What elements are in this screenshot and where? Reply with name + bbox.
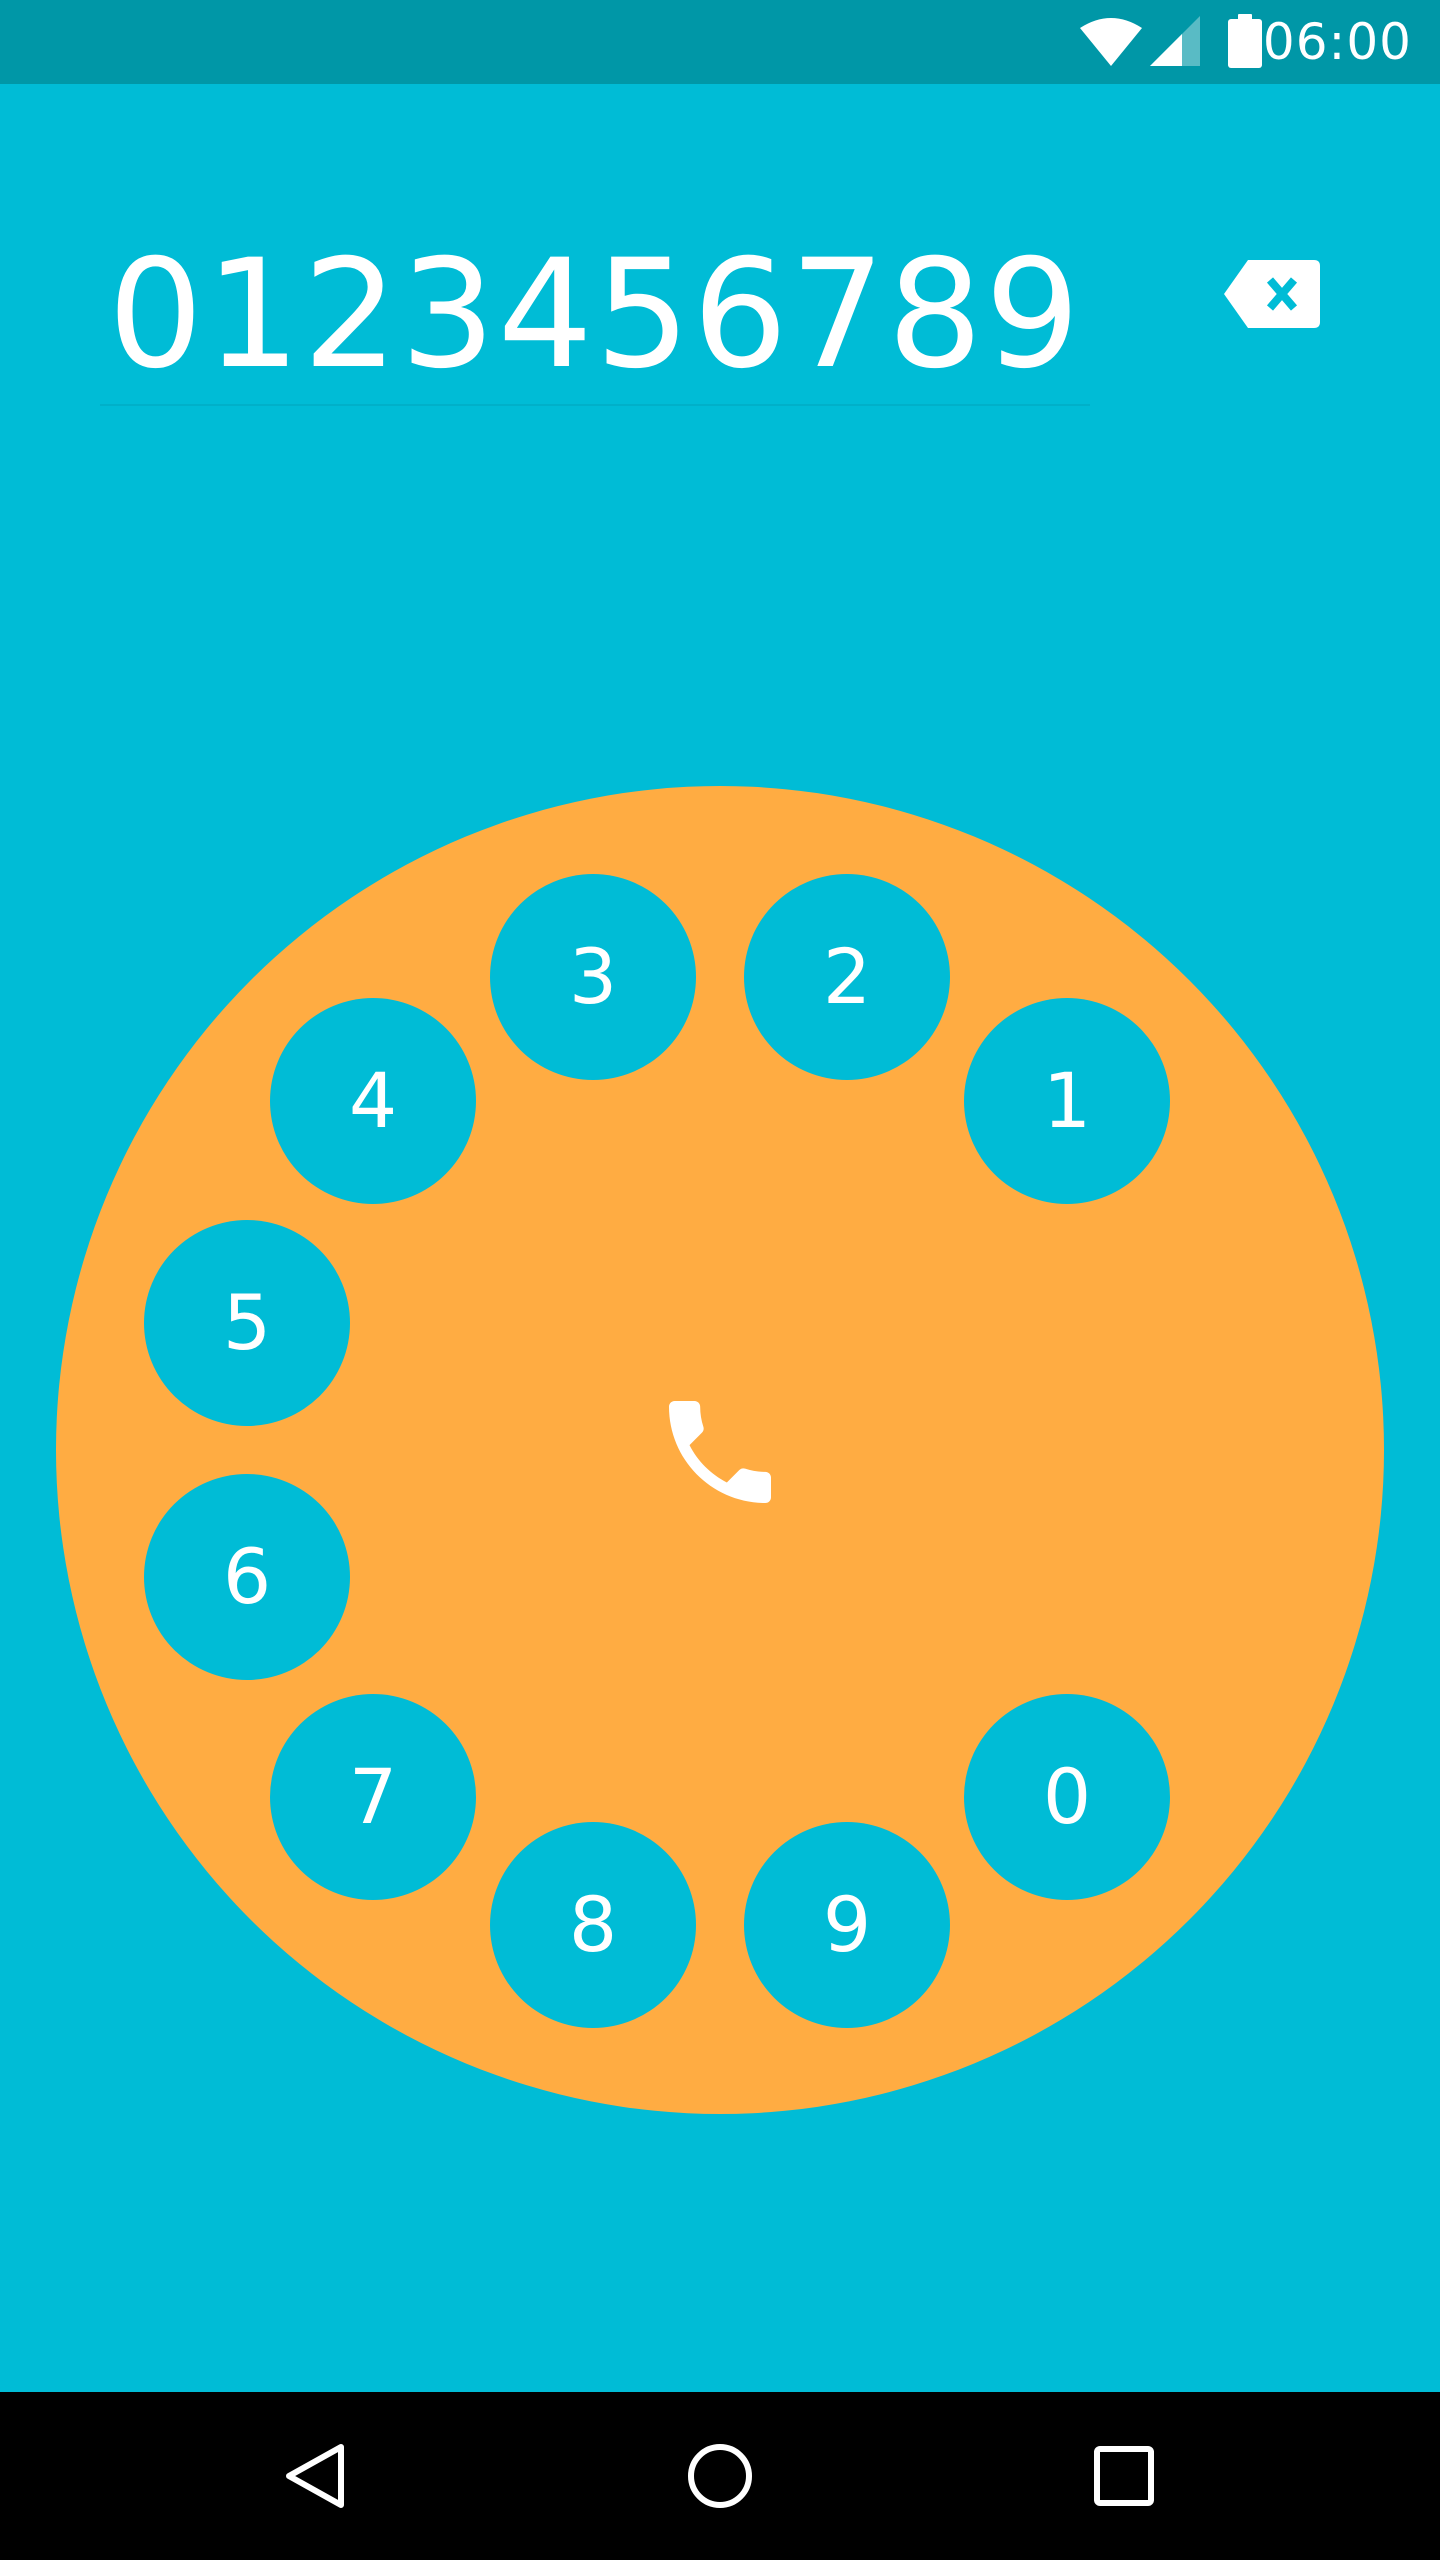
home-icon xyxy=(688,2444,752,2508)
phone-icon xyxy=(669,1401,771,1503)
battery-icon xyxy=(1228,14,1262,68)
dial-key-4[interactable]: 4 xyxy=(270,998,476,1204)
wifi-icon xyxy=(1080,18,1142,66)
dial-key-0[interactable]: 0 xyxy=(964,1694,1170,1900)
dial-key-1[interactable]: 1 xyxy=(964,998,1170,1204)
home-button[interactable] xyxy=(620,2392,820,2560)
recents-button[interactable] xyxy=(1024,2392,1224,2560)
phone-number-field[interactable]: 0123456789 xyxy=(100,210,1090,406)
call-button[interactable] xyxy=(648,1380,792,1524)
dial-key-7[interactable]: 7 xyxy=(270,1694,476,1900)
dial-key-2[interactable]: 2 xyxy=(744,874,950,1080)
navigation-bar xyxy=(0,2392,1440,2560)
back-icon xyxy=(286,2444,344,2508)
dial-key-8[interactable]: 8 xyxy=(490,1822,696,2028)
dialer-screen: 06:00 0123456789 1 2 3 4 5 6 7 8 9 0 xyxy=(0,0,1440,2560)
phone-number-text: 0123456789 xyxy=(107,228,1083,402)
phone-number-underline xyxy=(100,404,1090,406)
cell-signal-icon xyxy=(1150,16,1200,66)
backspace-icon[interactable] xyxy=(1222,254,1322,334)
dial-key-3[interactable]: 3 xyxy=(490,874,696,1080)
back-button[interactable] xyxy=(216,2392,416,2560)
status-bar: 06:00 xyxy=(0,0,1440,84)
dial-key-6[interactable]: 6 xyxy=(144,1474,350,1680)
recents-icon xyxy=(1094,2446,1154,2506)
status-time: 06:00 xyxy=(1262,13,1412,71)
dial-key-9[interactable]: 9 xyxy=(744,1822,950,2028)
dial-key-5[interactable]: 5 xyxy=(144,1220,350,1426)
